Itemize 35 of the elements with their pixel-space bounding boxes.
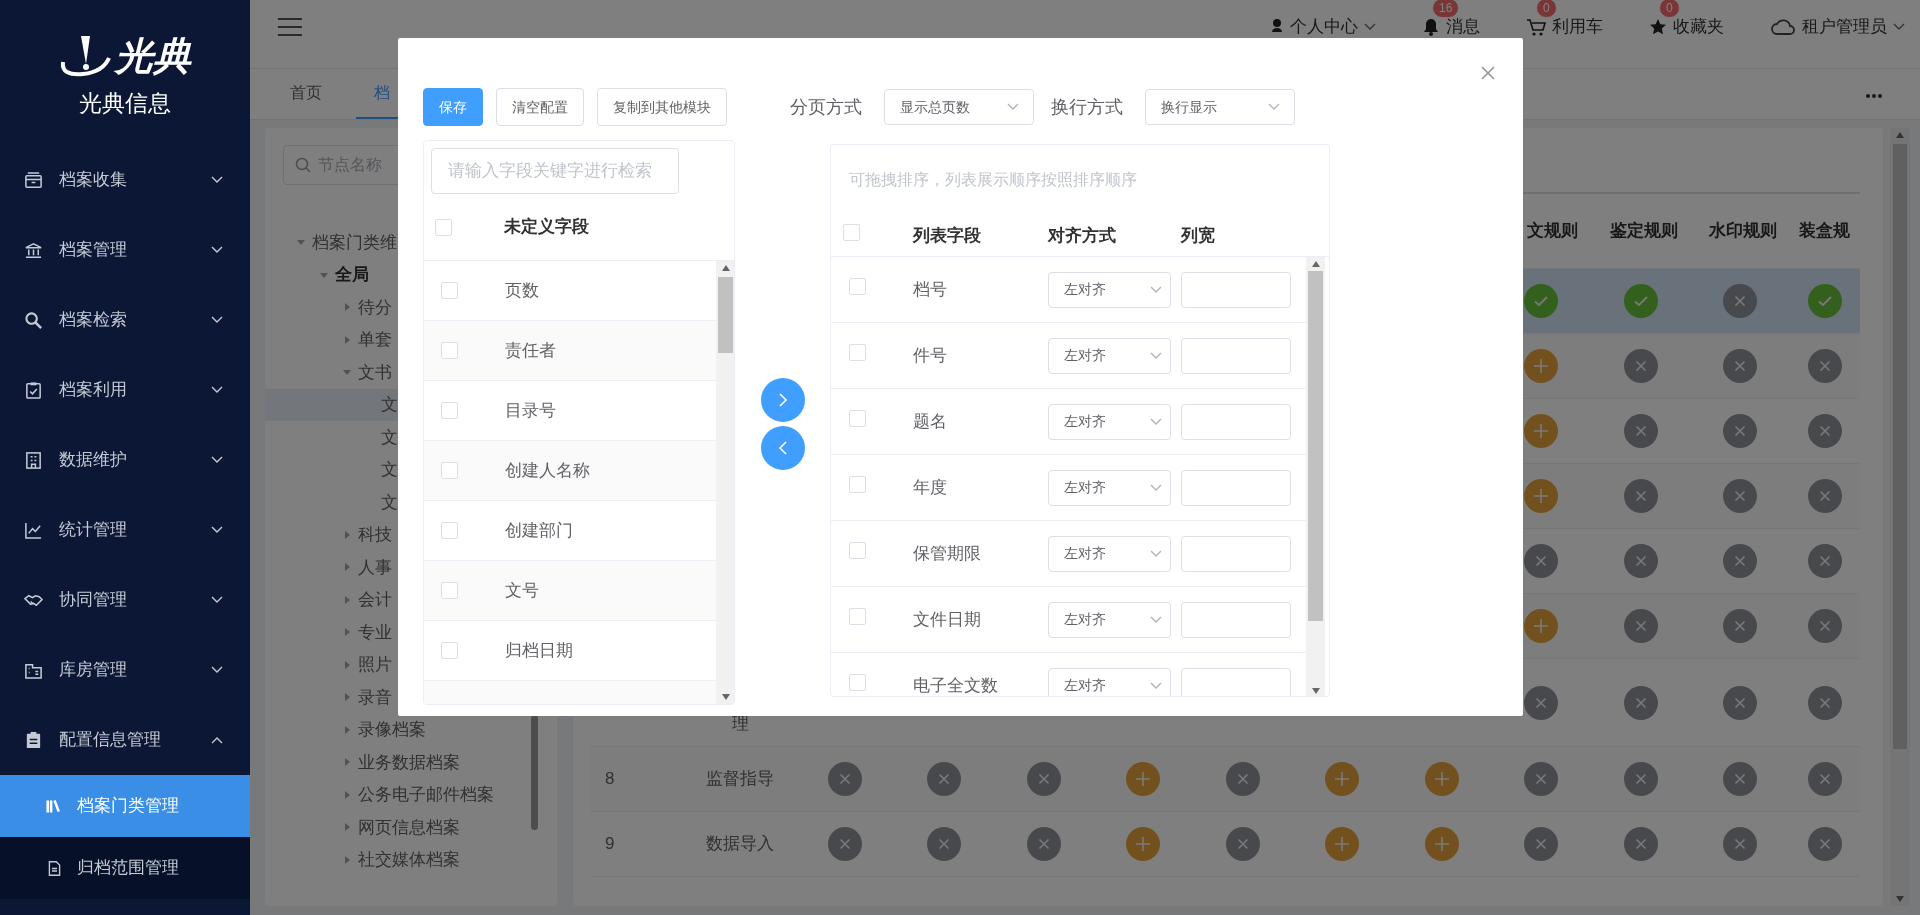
logo-text: 光典 xyxy=(115,36,191,75)
field-label: 责任者 xyxy=(505,339,556,362)
column-header: 水印规则 xyxy=(1708,220,1778,243)
option-label: 分页方式 xyxy=(790,95,862,119)
field-label: 档号 xyxy=(913,278,948,301)
field-label: 保管期限 xyxy=(913,542,982,565)
column-header: 未定义字段 xyxy=(504,216,589,239)
count-badge: 0 xyxy=(1536,0,1557,19)
column-header: 文规则 xyxy=(1526,220,1579,243)
count-badge: 0 xyxy=(1659,0,1680,19)
column-header: 列宽 xyxy=(1181,224,1215,247)
field-label: 件号 xyxy=(913,344,948,367)
table-cell-text: 理 xyxy=(730,712,750,735)
option-label: 换行方式 xyxy=(1051,95,1123,119)
field-label: 电子全文数 xyxy=(913,674,999,696)
column-header: 对齐方式 xyxy=(1048,224,1117,247)
field-label: 目录号 xyxy=(505,399,556,422)
field-label: 文件日期 xyxy=(913,608,982,631)
brand-name: 光典信息 xyxy=(79,89,171,118)
field-label: 页数 xyxy=(505,279,539,302)
column-header: 装盒规 xyxy=(1798,220,1851,243)
field-label: 题名 xyxy=(913,410,948,433)
row-number: 8 xyxy=(604,768,616,791)
field-label: 年度 xyxy=(913,476,948,499)
field-label: 归档日期 xyxy=(505,639,573,662)
column-header: 列表字段 xyxy=(913,224,982,247)
column-header: 鉴定规则 xyxy=(1608,220,1679,243)
row-number: 9 xyxy=(604,833,616,856)
table-cell-text: 数据导入 xyxy=(705,833,775,856)
table-cell-text: 监督指导 xyxy=(705,768,775,791)
field-label: 创建部门 xyxy=(505,519,573,542)
field-label: 创建人名称 xyxy=(505,459,590,482)
hint-text: 可拖拽排序，列表展示顺序按照排序顺序 xyxy=(848,170,1138,190)
count-badge: 16 xyxy=(1432,0,1460,19)
field-label: 文号 xyxy=(505,579,539,602)
